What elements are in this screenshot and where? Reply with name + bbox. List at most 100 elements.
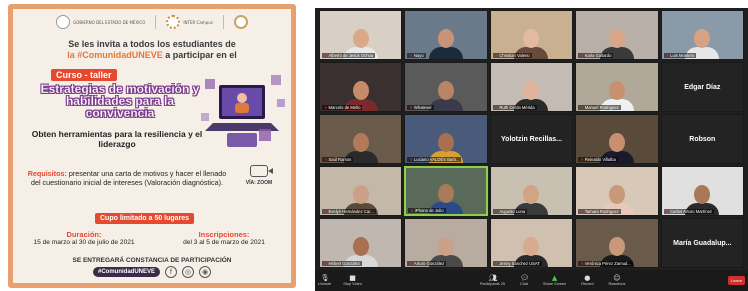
participant-name-label: ✕Marcelo de Mello: [322, 105, 363, 110]
chat-icon: 💬︎: [519, 274, 529, 282]
participant-tile[interactable]: ✕Whatever: [404, 62, 488, 112]
facebook-icon: f: [165, 266, 177, 278]
participant-head: [352, 237, 369, 256]
participant-tile[interactable]: ✕Karla Gallardo: [575, 10, 659, 60]
video-camera-icon: ■: [349, 274, 356, 282]
invite-hashtag: la #ComunidadUNEVE: [67, 50, 163, 60]
participant-tile[interactable]: ✕Hébert González: [319, 218, 403, 268]
participant-tile[interactable]: ✕Tamara Rodriguez: [575, 166, 659, 216]
participant-name-label: ✕Verónica Pérez Zamud...: [578, 261, 633, 266]
participants-count: 25: [500, 282, 505, 286]
participant-head: [608, 185, 625, 204]
participant-head: [438, 184, 455, 203]
poster-footer: #ComunidadUNEVE f ◎ ◉: [13, 263, 291, 281]
participant-head: [608, 81, 625, 100]
participant-body: [429, 99, 464, 111]
participant-head: [523, 81, 540, 100]
registration-text: del 3 al 5 de marzo de 2021: [183, 239, 265, 246]
video-button[interactable]: ■ Stop Video: [343, 271, 362, 291]
participant-tile[interactable]: ✕Saúl Ramos: [319, 114, 403, 164]
participant-head: [438, 133, 455, 152]
participant-tile[interactable]: ✕Arturo González: [404, 218, 488, 268]
participant-avatar: [429, 75, 464, 111]
participant-tile[interactable]: ✕Carlos Arturo Martínez: [660, 166, 744, 216]
participant-name-label: ✕Alberto de Jesús Ochoa: [322, 53, 376, 58]
participant-tile[interactable]: María Guadalup...: [660, 218, 744, 268]
participant-head: [523, 237, 540, 256]
mute-button[interactable]: 🎙︎ Unmute: [318, 271, 331, 291]
reactions-button[interactable]: ☺ Reactions: [608, 271, 625, 291]
participant-tile[interactable]: ✕Luciano VALDÉS Barb...: [404, 114, 488, 164]
invite-text: Se les invita a todos los estudiantes de…: [23, 39, 281, 61]
participant-name-label: ✕Evelyn Hernández Car...: [322, 209, 376, 214]
curso-taller-tag: Curso - taller: [51, 69, 117, 81]
participant-tile[interactable]: ✕Reinaldo Villalba: [575, 114, 659, 164]
participant-head: [352, 81, 369, 100]
participant-name-text: Ruth Cerda Mérida: [499, 105, 535, 110]
participant-tile[interactable]: ✕Alberto de Jesús Ochoa: [319, 10, 403, 60]
muted-microphone-icon: ✕: [324, 105, 328, 110]
participant-head: [523, 29, 540, 48]
record-button[interactable]: ● Record: [581, 271, 593, 291]
participant-tile[interactable]: ✕iPhone de Julio: [404, 166, 488, 216]
participant-tile[interactable]: ✕Marcelo de Mello: [319, 62, 403, 112]
invite-line-1: Se les invita a todos los estudiantes de: [68, 39, 236, 49]
muted-microphone-icon: ✕: [324, 261, 328, 266]
participant-tile[interactable]: Robson: [660, 114, 744, 164]
participant-name-text: Karla Gallardo: [584, 53, 612, 58]
gobierno-logo: GOBIERNO DEL ESTADO DE MÉXICO: [56, 15, 145, 29]
participant-name-label: ✕Saúl Ramos: [322, 157, 354, 162]
intercampus-logo-text: INTER Campus: [183, 19, 213, 25]
muted-microphone-icon: ✕: [665, 53, 670, 58]
participant-name-text: Reinaldo Villalba: [584, 157, 616, 162]
participant-tile[interactable]: ✕Augusto Luna: [489, 166, 574, 216]
logo-divider: [155, 15, 157, 29]
participant-tile[interactable]: ✕Evelyn Hernández Car...: [319, 166, 403, 216]
participant-head: [694, 29, 711, 48]
course-subtitle: Obten herramientas para la resiliencia y…: [31, 129, 203, 149]
participant-tile[interactable]: ✕Jenny Sánchez USAT: [489, 218, 574, 268]
participant-display-name: Robson: [689, 135, 716, 143]
mute-label: Unmute: [318, 282, 332, 286]
participants-button[interactable]: 👥︎ Participants 25: [480, 271, 505, 291]
share-screen-icon: ▲: [551, 274, 558, 282]
share-screen-button[interactable]: ▲ Share Screen: [543, 271, 566, 291]
participant-tile[interactable]: ✕Luis Montero: [660, 10, 744, 60]
participant-tile[interactable]: ✕Nayo: [404, 10, 488, 60]
participant-head: [352, 133, 369, 152]
participant-name-label: ✕Augusto Luna: [492, 209, 528, 214]
chat-button[interactable]: 💬︎ Chat: [519, 271, 529, 291]
participant-tile[interactable]: Yolotzin Recillas...: [489, 114, 574, 164]
logo-divider: [222, 15, 224, 29]
requirements: Requisitos: presentar una carta de motiv…: [27, 169, 227, 187]
participant-name-text: Saúl Ramos: [328, 157, 352, 162]
participant-tile[interactable]: ✕Ruth Cerda Mérida: [489, 62, 574, 112]
participant-name-text: Jenny Sánchez USAT: [499, 261, 540, 266]
participant-name-label: ✕Hébert González: [322, 261, 362, 266]
registration-block: Inscripciones: del 3 al 5 de marzo de 20…: [159, 231, 289, 247]
participant-display-name: Edgar Díaz: [684, 83, 721, 91]
participant-name-text: Alberto de Jesús Ochoa: [328, 53, 374, 58]
uneve-seal-icon: [233, 15, 248, 29]
muted-microphone-icon: ✕: [665, 209, 670, 214]
participant-name-text: Whatever: [413, 105, 432, 110]
logo-row: GOBIERNO DEL ESTADO DE MÉXICO INTER Camp…: [13, 11, 291, 33]
muted-microphone-icon: ✕: [494, 209, 499, 214]
participant-head: [352, 29, 369, 48]
participant-tile[interactable]: ✕Christian Valerio: [489, 10, 574, 60]
laptop-illustration-icon: [201, 75, 285, 147]
leave-button[interactable]: Leave: [728, 276, 745, 285]
participant-tile[interactable]: ✕Manuel Rodriguez: [575, 62, 659, 112]
participant-display-name: Yolotzin Recillas...: [501, 135, 562, 143]
participant-tile[interactable]: Edgar Díaz: [660, 62, 744, 112]
muted-microphone-icon: ✕: [494, 105, 499, 110]
participant-tile[interactable]: ✕Verónica Pérez Zamud...: [575, 218, 659, 268]
participants-text: Participants: [479, 282, 500, 286]
participant-head: [438, 81, 455, 100]
reactions-label: Reactions: [608, 282, 626, 286]
participant-body: [429, 47, 464, 59]
participant-name-text: Christian Valerio: [499, 53, 530, 58]
muted-microphone-icon: ✕: [409, 53, 413, 58]
participant-head: [694, 185, 711, 204]
muted-microphone-icon: ✕: [409, 157, 413, 162]
